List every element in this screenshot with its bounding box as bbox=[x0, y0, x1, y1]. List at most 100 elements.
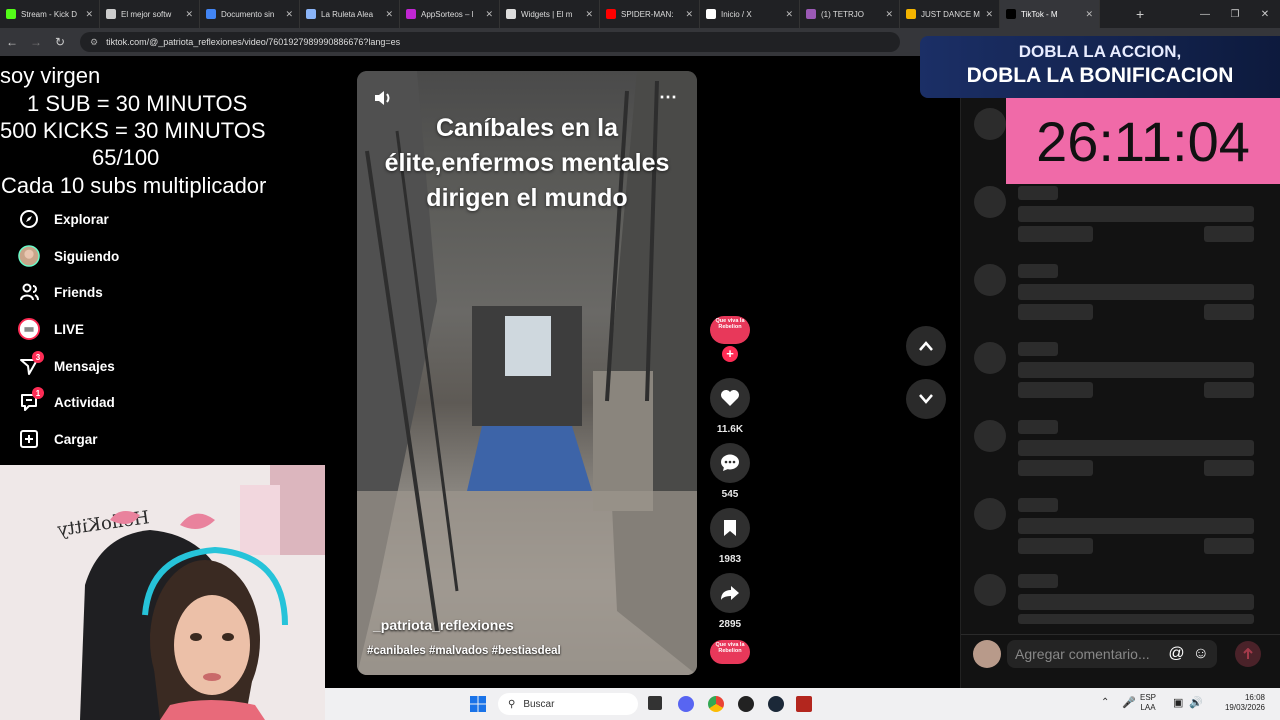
taskbar-search-label: Buscar bbox=[523, 698, 555, 710]
overlay-line-2: 1 SUB = 30 MINUTOS bbox=[27, 91, 248, 116]
taskbar-search[interactable]: ⚲ Buscar bbox=[498, 693, 638, 715]
tab-close-icon[interactable]: ✕ bbox=[585, 9, 593, 20]
language-indicator[interactable]: ESP LAA bbox=[1140, 693, 1156, 713]
comment-action[interactable]: 545 bbox=[710, 443, 750, 500]
sidebar-item-cargar[interactable]: Cargar bbox=[18, 425, 98, 453]
user-avatar bbox=[973, 640, 1001, 668]
tab-close-icon[interactable]: ✕ bbox=[385, 9, 393, 20]
promo-top: DOBLA LA ACCION, bbox=[1018, 42, 1182, 61]
browser-tab[interactable]: Widgets | El m ✕ bbox=[500, 0, 600, 28]
search-icon: ⚲ bbox=[508, 698, 516, 710]
friends-icon bbox=[18, 281, 40, 303]
emoji-icon[interactable]: ☺ bbox=[1193, 645, 1209, 663]
tab-favicon-icon bbox=[906, 9, 916, 19]
more-options-icon[interactable]: ⋯ bbox=[659, 87, 678, 108]
new-tab-button[interactable]: + bbox=[1136, 6, 1144, 22]
browser-tab[interactable]: Stream - Kick D ✕ bbox=[0, 0, 100, 28]
like-action[interactable]: 11.6K bbox=[710, 378, 750, 435]
comment-icon[interactable] bbox=[710, 443, 750, 483]
tab-close-icon[interactable]: ✕ bbox=[985, 9, 993, 20]
share-action[interactable]: 2895 bbox=[710, 573, 750, 630]
discord-icon[interactable] bbox=[678, 696, 694, 712]
tab-favicon-icon bbox=[406, 9, 416, 19]
tab-close-icon[interactable]: ✕ bbox=[285, 9, 293, 20]
author-avatar[interactable]: Que viva la Rebelion + bbox=[710, 316, 750, 366]
back-icon[interactable]: ← bbox=[0, 35, 24, 49]
browser-tab[interactable]: Inicio / X ✕ bbox=[700, 0, 800, 28]
tab-favicon-icon bbox=[6, 9, 16, 19]
reload-icon[interactable]: ↻ bbox=[48, 35, 72, 49]
mention-icon[interactable]: @ bbox=[1168, 645, 1184, 663]
heart-icon[interactable] bbox=[710, 378, 750, 418]
messages-badge: 3 bbox=[32, 351, 44, 363]
activity-badge: 1 bbox=[32, 387, 44, 399]
tab-close-icon[interactable]: ✕ bbox=[885, 9, 893, 20]
tab-label: El mejor softw bbox=[121, 9, 172, 19]
maximize-icon[interactable]: ❐ bbox=[1220, 0, 1250, 28]
tray-chevron-icon[interactable]: ⌃ bbox=[1101, 697, 1109, 708]
steam-icon[interactable] bbox=[768, 696, 784, 712]
chevron-up-icon bbox=[919, 341, 933, 351]
browser-tab[interactable]: JUST DANCE M ✕ bbox=[900, 0, 1000, 28]
browser-tab[interactable]: El mejor softw ✕ bbox=[100, 0, 200, 28]
comment-input[interactable]: Agregar comentario... @ ☺ bbox=[1007, 640, 1217, 668]
bookmark-icon[interactable] bbox=[710, 508, 750, 548]
tab-close-icon[interactable]: ✕ bbox=[1085, 9, 1093, 20]
browser-tab[interactable]: AppSorteos – l ✕ bbox=[400, 0, 500, 28]
like-count: 11.6K bbox=[716, 424, 744, 435]
overlay-line-3: 500 KICKS = 30 MINUTOS bbox=[0, 118, 266, 143]
tab-favicon-icon bbox=[306, 9, 316, 19]
video-author[interactable]: _patriota_reflexiones bbox=[373, 617, 514, 633]
tab-close-icon[interactable]: ✕ bbox=[85, 9, 93, 20]
next-video-button[interactable] bbox=[906, 379, 946, 419]
sidebar-item-actividad[interactable]: 1 Actividad bbox=[18, 387, 115, 416]
post-comment-button[interactable] bbox=[1235, 641, 1261, 667]
browser-tab[interactable]: (1) TETRJO ✕ bbox=[800, 0, 900, 28]
sidebar-item-live[interactable]: LIVE bbox=[18, 315, 84, 343]
tab-favicon-icon bbox=[506, 9, 516, 19]
video-hashtags[interactable]: #canibales #malvados #bestiasdeal bbox=[367, 645, 561, 657]
sidebar-item-explorar[interactable]: Explorar bbox=[18, 205, 109, 233]
upload-icon bbox=[18, 428, 40, 450]
tab-close-icon[interactable]: ✕ bbox=[185, 9, 193, 20]
clock[interactable]: 16:08 19/03/2026 bbox=[1215, 693, 1265, 713]
browser-tab[interactable]: SPIDER-MAN: ✕ bbox=[600, 0, 700, 28]
sidebar-item-mensajes[interactable]: 3 Mensajes bbox=[18, 351, 115, 380]
share-icon[interactable] bbox=[710, 573, 750, 613]
chrome-icon[interactable] bbox=[708, 696, 724, 712]
follow-plus-icon[interactable]: + bbox=[722, 346, 738, 362]
mic-icon[interactable]: 🎤 bbox=[1122, 696, 1136, 709]
volume-tray-icon[interactable]: 🔊 bbox=[1189, 696, 1203, 709]
save-action[interactable]: 1983 bbox=[710, 508, 750, 565]
task-view-icon[interactable] bbox=[648, 696, 662, 710]
tab-label: Inicio / X bbox=[721, 9, 752, 19]
tab-favicon-icon bbox=[806, 9, 816, 19]
music-disc-avatar[interactable]: Que viva la Rebelion bbox=[710, 640, 750, 664]
obs-icon[interactable] bbox=[738, 696, 754, 712]
tab-close-icon[interactable]: ✕ bbox=[685, 9, 693, 20]
close-window-icon[interactable]: ✕ bbox=[1250, 0, 1280, 28]
volume-icon[interactable] bbox=[373, 89, 393, 112]
taskbar: ⚲ Buscar ⌃ 🎤 ESP LAA ▣ 🔊 16:08 19/03/202… bbox=[325, 688, 1280, 720]
browser-tab[interactable]: La Ruleta Alea ✕ bbox=[300, 0, 400, 28]
network-icon[interactable]: ▣ bbox=[1173, 696, 1183, 709]
tab-label: JUST DANCE M bbox=[921, 9, 980, 19]
url-field[interactable]: ⚙ tiktok.com/@_patriota_reflexiones/vide… bbox=[80, 32, 900, 52]
sidebar-item-friends[interactable]: Friends bbox=[18, 278, 103, 306]
forward-icon[interactable]: → bbox=[24, 35, 48, 49]
video-player[interactable]: ⋯ Caníbales en la élite,enfermos mentale… bbox=[357, 71, 697, 675]
sidebar-item-siguiendo[interactable]: Siguiendo bbox=[18, 242, 119, 270]
windows-start-icon[interactable] bbox=[470, 696, 486, 712]
tab-close-icon[interactable]: ✕ bbox=[485, 9, 493, 20]
send-icon: 3 bbox=[18, 351, 44, 377]
sidebar-item-label: Actividad bbox=[54, 394, 115, 410]
browser-tab[interactable]: TikTok - M ✕ bbox=[1000, 0, 1100, 28]
overlay-line-4: 65/100 bbox=[92, 145, 160, 170]
site-info-icon[interactable]: ⚙ bbox=[90, 37, 98, 48]
app-icon[interactable] bbox=[796, 696, 812, 712]
browser-tab[interactable]: Documento sin ✕ bbox=[200, 0, 300, 28]
minimize-icon[interactable]: — bbox=[1190, 0, 1220, 28]
previous-video-button[interactable] bbox=[906, 326, 946, 366]
promo-bottom: DOBLA LA BONIFICACION bbox=[966, 64, 1234, 87]
tab-close-icon[interactable]: ✕ bbox=[785, 9, 793, 20]
